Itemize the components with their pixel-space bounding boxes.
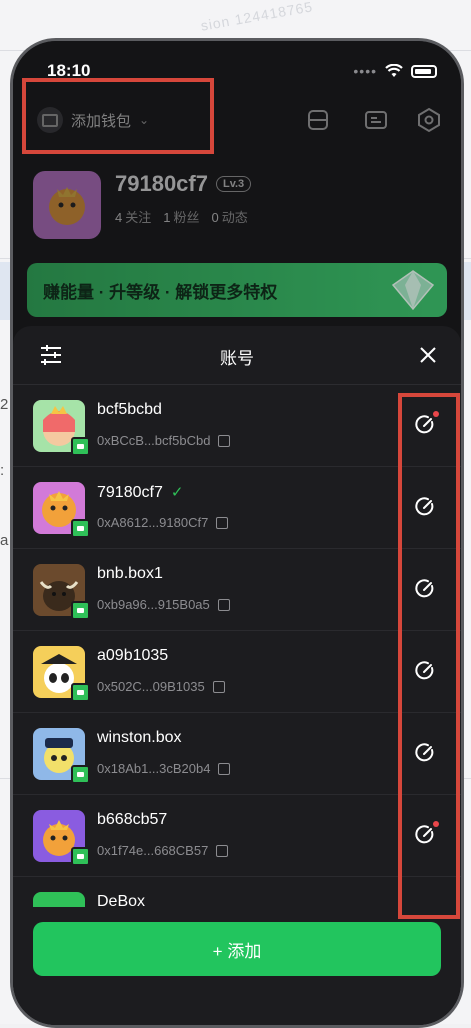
address-text: 0xb9a96...915B0a5 [97,597,210,612]
battery-icon [411,64,437,78]
profile-stats: 4 关注 1 粉丝 0 动态 [115,207,251,226]
promo-banner[interactable]: 赚能量 · 升等级 · 解锁更多特权 [27,263,447,317]
copy-icon[interactable] [216,516,229,529]
account-list: bcf5bcbd 0xBCcB...bcf5bCbd 79180cf7 ✓ 0xA861… [13,385,461,907]
address-text: 0xA8612...9180Cf7 [97,515,209,530]
copy-icon[interactable] [212,680,225,693]
account-row[interactable]: winston.box 0x18Ab1...3cB20b4 [13,713,461,795]
profile-name: 79180cf7 [115,171,208,196]
stat-followers[interactable]: 1 粉丝 [163,207,199,226]
account-name-text: 79180cf7 [97,484,163,501]
account-address: 0x1f74e...668CB57 [97,843,229,858]
avatar [33,171,101,239]
copy-icon[interactable] [216,844,229,857]
banner-text: 赚能量 · 升等级 · 解锁更多特权 [43,282,278,302]
account-name: bnb.box1 [97,565,163,583]
account-row[interactable]: 79180cf7 ✓ 0xA8612...9180Cf7 [13,467,461,549]
account-row[interactable]: DeBox [13,877,461,907]
address-text: 0x502C...09B1035 [97,679,205,694]
account-name-text: DeBox [97,893,146,907]
account-name-text: bcf5bcbd [97,401,162,418]
sheet-header: 账号 [13,326,461,385]
level-badge: Lv.3 [215,176,252,192]
scan-icon[interactable] [305,107,331,133]
account-name: b668cb57 [97,811,167,829]
account-name: a09b1035 [97,647,168,665]
edge-text: : [0,462,5,479]
edge-text: 2 [0,396,9,413]
account-name: winston.box [97,729,182,747]
account-name-text: a09b1035 [97,647,169,664]
wallet-badge-icon [71,601,90,620]
wifi-icon [385,64,403,77]
account-row[interactable]: bcf5bcbd 0xBCcB...bcf5bCbd [13,385,461,467]
watermark-text: sion 124418765 [199,0,315,34]
wallet-badge-icon [71,765,90,784]
account-name-text: winston.box [97,729,182,746]
stat-posts[interactable]: 0 动态 [212,207,248,226]
settings-icon[interactable] [416,107,442,133]
stat-following[interactable]: 4 关注 [115,207,151,226]
copy-icon[interactable] [218,762,231,775]
account-address: 0xA8612...9180Cf7 [97,515,229,530]
card-icon[interactable] [363,107,389,133]
add-account-button[interactable]: + 添加 [33,922,441,976]
account-row[interactable]: a09b1035 0x502C...09B1035 [13,631,461,713]
close-icon[interactable] [417,344,439,366]
copy-icon[interactable] [218,434,231,447]
account-row[interactable]: b668cb57 0x1f74e...668CB57 [13,795,461,877]
account-sheet: 账号 bcf5bcbd 0xBCcB...bcf5bCbd 79180cf7 ✓ 0xA… [13,326,461,1025]
phone-frame: 18:10 •••• 添加钱包 ⌄ 79180cf7 Lv.3 4 关注 1 粉… [10,38,464,1028]
copy-icon[interactable] [217,598,230,611]
profile-card[interactable]: 79180cf7 Lv.3 4 关注 1 粉丝 0 动态 [33,171,252,239]
account-name: bcf5bcbd [97,401,162,419]
account-name: 79180cf7 ✓ [97,483,183,502]
annotation-highlight-edit-column [398,393,460,919]
wallet-badge-icon [71,683,90,702]
account-row[interactable]: bnb.box1 0xb9a96...915B0a5 [13,549,461,631]
sheet-title: 账号 [220,349,254,368]
address-text: 0x1f74e...668CB57 [97,843,209,858]
signal-icon: •••• [353,63,377,79]
account-address: 0x502C...09B1035 [97,679,225,694]
account-address: 0xBCcB...bcf5bCbd [97,433,231,448]
status-icons: •••• [353,63,437,79]
avatar [33,892,85,907]
gem-icon [391,270,435,311]
wallet-badge-icon [71,437,90,456]
address-text: 0x18Ab1...3cB20b4 [97,761,211,776]
account-name: DeBox [97,893,145,907]
wallet-badge-icon [71,847,90,866]
account-name-text: bnb.box1 [97,565,163,582]
phone-screen: 18:10 •••• 添加钱包 ⌄ 79180cf7 Lv.3 4 关注 1 粉… [13,41,461,1025]
account-address: 0xb9a96...915B0a5 [97,597,230,612]
account-address: 0x18Ab1...3cB20b4 [97,761,231,776]
address-text: 0xBCcB...bcf5bCbd [97,433,211,448]
annotation-highlight-wallet [22,78,214,154]
wallet-badge-icon [71,519,90,538]
checkmark-icon: ✓ [170,484,184,501]
edge-text: a [0,532,9,549]
account-name-text: b668cb57 [97,811,168,828]
